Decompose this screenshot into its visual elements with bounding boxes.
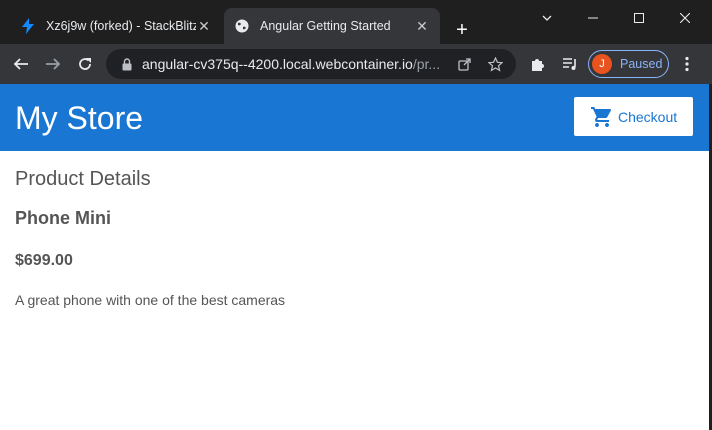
forward-arrow-icon[interactable] — [39, 50, 67, 78]
tab-search-chevron-icon[interactable] — [524, 0, 570, 36]
new-tab-plus-icon[interactable]: + — [450, 18, 474, 42]
extensions-puzzle-icon[interactable] — [524, 50, 552, 78]
media-controls-icon[interactable] — [556, 50, 584, 78]
back-arrow-icon[interactable] — [7, 50, 35, 78]
share-icon[interactable] — [454, 53, 476, 75]
section-title: Product Details — [15, 168, 151, 190]
store-title-link[interactable]: My Store — [15, 99, 143, 137]
stackblitz-bolt-icon — [20, 18, 36, 34]
url-path: /pr... — [412, 56, 441, 72]
browser-tabstrip: Xz6j9w (forked) - StackBlitz ✕ Angular G… — [0, 0, 712, 44]
reload-icon[interactable] — [71, 50, 99, 78]
bookmark-star-icon[interactable] — [484, 53, 506, 75]
tab-title: Angular Getting Started — [260, 19, 391, 33]
tab-close-icon[interactable]: ✕ — [414, 18, 430, 34]
address-bar[interactable]: angular-cv375q--4200.local.webcontainer.… — [106, 49, 516, 79]
url-text[interactable]: angular-cv375q--4200.local.webcontainer.… — [142, 56, 446, 72]
shopping-cart-icon — [590, 105, 614, 129]
page-viewport: My Store Checkout Product Details Phone … — [0, 84, 709, 430]
url-host: angular-cv375q--4200.local.webcontainer.… — [142, 56, 413, 72]
checkout-button[interactable]: Checkout — [574, 97, 693, 136]
profile-button[interactable]: J Paused — [588, 50, 669, 78]
browser-toolbar: angular-cv375q--4200.local.webcontainer.… — [0, 44, 712, 84]
product-name: Phone Mini — [15, 208, 111, 228]
kebab-menu-icon[interactable] — [673, 50, 701, 78]
store-top-bar: My Store Checkout — [0, 84, 709, 151]
maximize-icon[interactable] — [616, 0, 662, 36]
product-description: A great phone with one of the best camer… — [15, 292, 286, 308]
tab-angular-getting-started[interactable]: Angular Getting Started ✕ — [224, 8, 440, 44]
tab-close-icon[interactable]: ✕ — [196, 18, 212, 34]
profile-status: Paused — [620, 57, 663, 71]
avatar: J — [592, 54, 612, 74]
checkout-label: Checkout — [618, 108, 678, 125]
lock-icon[interactable] — [120, 57, 134, 71]
product-price: $699.00 — [15, 252, 73, 269]
close-window-icon[interactable] — [662, 0, 708, 36]
minimize-icon[interactable] — [570, 0, 616, 36]
globe-icon — [234, 18, 250, 34]
tab-stackblitz[interactable]: Xz6j9w (forked) - StackBlitz ✕ — [10, 8, 222, 44]
tab-title: Xz6j9w (forked) - StackBlitz — [46, 19, 196, 33]
